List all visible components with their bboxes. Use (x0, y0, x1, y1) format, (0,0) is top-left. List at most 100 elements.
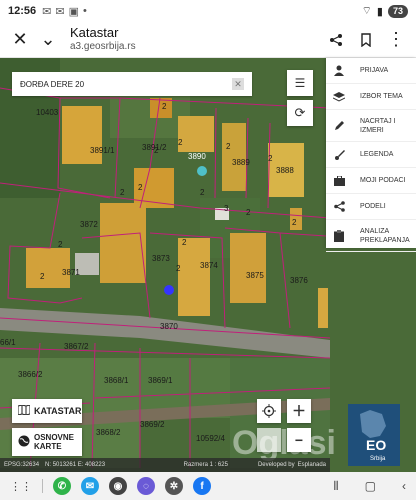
parcel-label: 3869/2 (140, 420, 165, 429)
parcel-label: 3888 (276, 166, 294, 175)
building-label: 2 (154, 146, 159, 155)
status-bar: 12:56 ✉ ✉ ▣ • ⌔ ▮ 73 (0, 0, 416, 22)
messages-app-icon[interactable]: ✉ (81, 477, 99, 495)
mail-icon: ✉ (55, 5, 65, 18)
layers-icon (332, 90, 346, 104)
svg-text:EO: EO (366, 437, 386, 453)
zoom-in-icon[interactable]: ＋ (287, 399, 311, 423)
brush-icon (332, 148, 346, 162)
apps-grid-icon[interactable]: ⋮⋮ (10, 480, 32, 493)
share-icon (332, 200, 346, 214)
parcel-label: 3869/1 (148, 376, 173, 385)
building-label: 2 (268, 154, 273, 163)
camera-app-icon[interactable]: ◉ (109, 477, 127, 495)
svg-text:Srbija: Srbija (370, 456, 386, 462)
coordinates-label: N: 5013261 E: 408223 (45, 462, 106, 468)
katastar-button[interactable]: KATASTAR (12, 399, 82, 423)
parcel-label: 3890 (188, 152, 206, 161)
building-label: 2 (226, 142, 231, 151)
building-label: 2 (58, 240, 63, 249)
menu-item-prijava[interactable]: PRIJAVA (326, 58, 416, 84)
building-label: 2 (162, 102, 167, 111)
page-url: a3.geosrbija.rs (70, 40, 136, 52)
clear-icon[interactable]: ✕ (232, 78, 244, 90)
facebook-app-icon[interactable]: f (193, 477, 211, 495)
building-label: 2 (138, 183, 143, 192)
bookmark-icon[interactable] (352, 26, 380, 54)
address-search[interactable]: ĐORĐA DERE 20 ✕ (12, 72, 252, 96)
page-title: Katastar (70, 24, 119, 40)
parcel-label: 3872 (80, 220, 98, 229)
map-icon (17, 404, 31, 417)
parcel-label: 3874 (200, 261, 218, 270)
menu-icon[interactable]: ☰ (287, 70, 313, 96)
osnovne-karte-button[interactable]: OSNOVNE KARTE (12, 428, 82, 456)
menu-item-podeli[interactable]: PODELI (326, 194, 416, 220)
internet-app-icon[interactable]: ◌ (137, 477, 155, 495)
home-icon[interactable]: ▢ (365, 479, 376, 493)
nav-divider (42, 479, 43, 493)
menu-item-izbor-tema[interactable]: IZBOR TEMA (326, 84, 416, 110)
battery-indicator: 73 (387, 4, 408, 18)
more-icon[interactable]: ⋮ (382, 26, 410, 54)
building-label: 2 (176, 264, 181, 273)
developer-label: Esplanada (297, 462, 326, 468)
parcel-label: 3866/2 (18, 370, 43, 379)
parcel-label: 66/1 (0, 338, 16, 347)
signal-icon: ▮ (376, 5, 383, 18)
parcel-label: 3868/2 (96, 428, 121, 437)
notification-icons: ✉ ✉ ▣ • (42, 5, 87, 18)
parcel-label: 3871 (62, 268, 80, 277)
close-icon[interactable]: ✕ (6, 26, 34, 54)
parcel-label: 10592/4 (196, 434, 225, 443)
refresh-icon[interactable]: ⟳ (287, 100, 313, 126)
building-label: 2 (182, 238, 187, 247)
parcel-label: 3873 (152, 254, 170, 263)
settings-app-icon[interactable]: ✲ (165, 477, 183, 495)
system-nav-bar: ⋮⋮ ✆ ✉ ◉ ◌ ✲ f ⦀ ▢ ‹ (0, 472, 416, 500)
pencil-icon (332, 119, 346, 133)
logo-graphic: EO Srbija (360, 410, 386, 462)
layer-toggle-icon[interactable] (257, 428, 281, 452)
chevron-down-icon[interactable]: ⌄ (34, 26, 62, 54)
status-time: 12:56 (8, 5, 37, 17)
side-menu: PRIJAVA IZBOR TEMA NACRTAJ I IZMERI LEGE… (326, 58, 416, 252)
parcel-label: 3868/1 (104, 376, 129, 385)
building-label: 2 (200, 188, 205, 197)
clipboard-icon (332, 229, 346, 243)
browser-header: ✕ ⌄ Katastar a3.geosrbija.rs ⋮ (0, 22, 416, 58)
browser-titles: Katastar a3.geosrbija.rs (70, 24, 322, 54)
parcel-label: 3891/1 (90, 146, 115, 155)
building-label: 2 (292, 218, 297, 227)
building-label: 2 (120, 188, 125, 197)
gallery-icon: ▣ (68, 5, 79, 18)
share-icon[interactable] (322, 26, 350, 54)
zoom-out-icon[interactable]: − (287, 428, 311, 452)
briefcase-icon (332, 174, 346, 188)
epsg-label: EPSG:32634 (4, 462, 40, 468)
scale-label: Razmera 1 : 625 (183, 462, 228, 468)
user-icon (332, 64, 346, 78)
crosshair-icon[interactable] (257, 399, 281, 423)
mail-icon: ✉ (42, 5, 52, 18)
building-label: 2 (40, 272, 45, 281)
address-search-value: ĐORĐA DERE 20 (20, 79, 85, 89)
recents-icon[interactable]: ⦀ (333, 479, 338, 494)
building-label: 3 (224, 204, 229, 213)
back-icon[interactable]: ‹ (402, 479, 406, 493)
parcel-label: 3876 (290, 276, 308, 285)
osnovne-karte-label: OSNOVNE KARTE (34, 433, 75, 451)
parcel-label: 10403 (36, 108, 59, 117)
parcel-label: 3889 (232, 158, 250, 167)
parcel-label: 3875 (246, 271, 264, 280)
menu-item-analiza[interactable]: ANALIZA PREKLAPANJA (326, 220, 416, 252)
dot-icon: • (82, 4, 87, 17)
parcel-label: 3867/2 (64, 342, 89, 351)
globe-icon (18, 435, 30, 449)
menu-item-nacrtaj[interactable]: NACRTAJ I IZMERI (326, 110, 416, 142)
menu-item-moji-podaci[interactable]: MOJI PODACI (326, 168, 416, 194)
building-label: 2 (178, 138, 183, 147)
watermark-text: Oglasi (232, 424, 336, 462)
phone-app-icon[interactable]: ✆ (53, 477, 71, 495)
menu-item-legenda[interactable]: LEGENDA (326, 142, 416, 168)
